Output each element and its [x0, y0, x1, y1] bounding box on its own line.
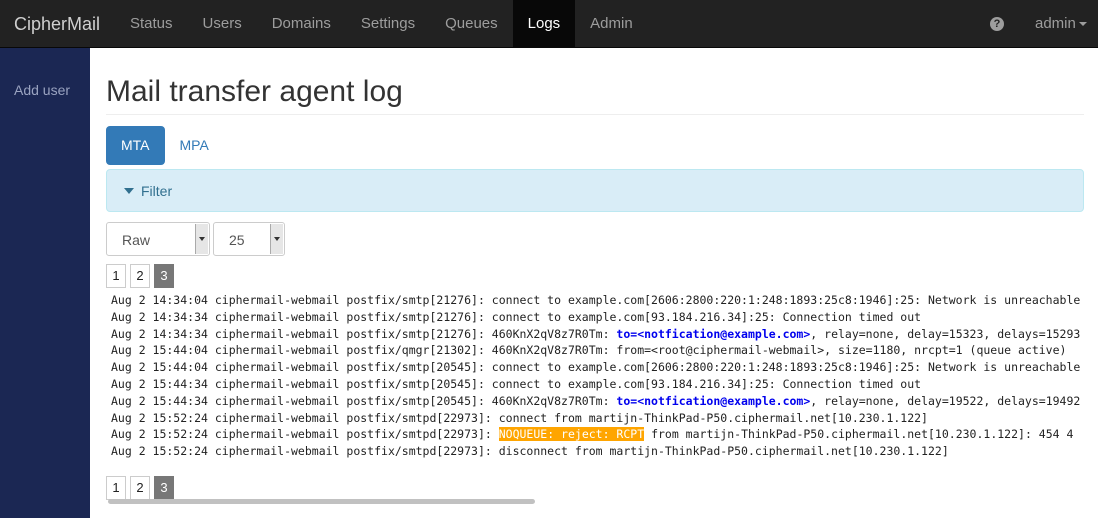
caret-down-icon: [1078, 22, 1087, 27]
filter-label: Filter: [141, 183, 173, 199]
nav-users[interactable]: Users: [188, 0, 257, 48]
pagination-bottom: 1 2 3: [106, 476, 174, 500]
title-divider: [106, 114, 1084, 115]
log-text: Aug 2 15:52:24 ciphermail-webmail postfi…: [111, 410, 928, 425]
log-line: Aug 2 15:44:04 ciphermail-webmail postfi…: [111, 342, 1084, 359]
log-line: Aug 2 14:34:34 ciphermail-webmail postfi…: [111, 326, 1084, 343]
nav-settings[interactable]: Settings: [346, 0, 430, 48]
log-text: , relay=none, delay=19522, delays=19492: [810, 393, 1081, 408]
log-text: from martijn-ThinkPad-P50.ciphermail.net…: [644, 427, 1074, 442]
brand-logo[interactable]: CipherMail: [14, 14, 100, 34]
sidebar: Add user: [0, 48, 90, 518]
log-text: , relay=none, delay=15323, delays=15293: [810, 326, 1081, 341]
page-size-select-value: 25: [229, 232, 245, 248]
log-line: Aug 2 15:52:24 ciphermail-webmail postfi…: [111, 443, 1084, 460]
log-text: Aug 2 14:34:04 ciphermail-webmail postfi…: [111, 293, 1081, 307]
log-text: Aug 2 15:44:04 ciphermail-webmail postfi…: [111, 343, 1067, 358]
tab-mta[interactable]: MTA: [106, 126, 165, 165]
select-arrow-icon: [195, 224, 208, 254]
log-text: Aug 2 15:52:24 ciphermail-webmail postfi…: [111, 444, 949, 459]
page-button[interactable]: 3: [154, 264, 174, 288]
nav-admin[interactable]: Admin: [575, 0, 648, 48]
log-line: Aug 2 15:44:34 ciphermail-webmail postfi…: [111, 393, 1084, 410]
page-button[interactable]: 1: [106, 264, 126, 288]
page-size-select[interactable]: 25: [213, 222, 285, 256]
format-select-value: Raw: [122, 232, 151, 248]
caret-down-icon: [124, 188, 134, 194]
user-menu-label: admin: [1035, 15, 1076, 32]
log-line: Aug 2 15:52:24 ciphermail-webmail postfi…: [111, 410, 1084, 427]
page-button[interactable]: 1: [106, 476, 126, 500]
log-line: Aug 2 15:44:04 ciphermail-webmail postfi…: [111, 359, 1084, 376]
log-recipient: to=<notfication@example.com>: [616, 393, 811, 408]
page-button[interactable]: 3: [154, 476, 174, 500]
user-menu[interactable]: admin: [1035, 0, 1087, 48]
horizontal-scrollbar[interactable]: [108, 499, 535, 504]
page-title: Mail transfer agent log: [106, 75, 403, 108]
nav-status[interactable]: Status: [115, 0, 188, 48]
log-text: Aug 2 15:52:24 ciphermail-webmail postfi…: [111, 427, 499, 442]
log-tabs: MTA MPA: [106, 126, 224, 165]
log-line: Aug 2 14:34:04 ciphermail-webmail postfi…: [111, 292, 1084, 309]
log-line: Aug 2 15:52:24 ciphermail-webmail postfi…: [111, 426, 1084, 443]
log-text: Aug 2 15:44:04 ciphermail-webmail postfi…: [111, 360, 1081, 375]
log-line: Aug 2 14:34:34 ciphermail-webmail postfi…: [111, 309, 1084, 326]
nav-queues[interactable]: Queues: [430, 0, 513, 48]
filter-panel[interactable]: Filter: [106, 169, 1084, 212]
log-recipient: to=<notfication@example.com>: [616, 326, 811, 341]
top-navbar: CipherMail Status Users Domains Settings…: [0, 0, 1098, 48]
log-line: Aug 2 15:44:34 ciphermail-webmail postfi…: [111, 376, 1084, 393]
nav-logs[interactable]: Logs: [512, 0, 576, 48]
nav-domains[interactable]: Domains: [257, 0, 346, 48]
select-arrow-icon: [270, 224, 283, 254]
log-output: Aug 2 14:34:04 ciphermail-webmail postfi…: [111, 292, 1084, 460]
pagination-top: 1 2 3: [106, 264, 174, 288]
log-text: Aug 2 15:44:34 ciphermail-webmail postfi…: [111, 376, 922, 391]
log-text: Aug 2 14:34:34 ciphermail-webmail postfi…: [111, 309, 922, 324]
sidebar-item-add-user[interactable]: Add user: [14, 82, 70, 98]
page-button[interactable]: 2: [130, 476, 150, 500]
question-circle-icon[interactable]: ?: [990, 17, 1004, 31]
log-text: Aug 2 14:34:34 ciphermail-webmail postfi…: [111, 326, 617, 341]
log-text: Aug 2 15:44:34 ciphermail-webmail postfi…: [111, 393, 617, 408]
tab-mpa[interactable]: MPA: [165, 126, 224, 165]
format-select[interactable]: Raw: [106, 222, 210, 256]
page-button[interactable]: 2: [130, 264, 150, 288]
main-nav: Status Users Domains Settings Queues Log…: [115, 0, 648, 48]
log-reject-highlight: NOQUEUE: reject: RCPT: [498, 427, 645, 442]
